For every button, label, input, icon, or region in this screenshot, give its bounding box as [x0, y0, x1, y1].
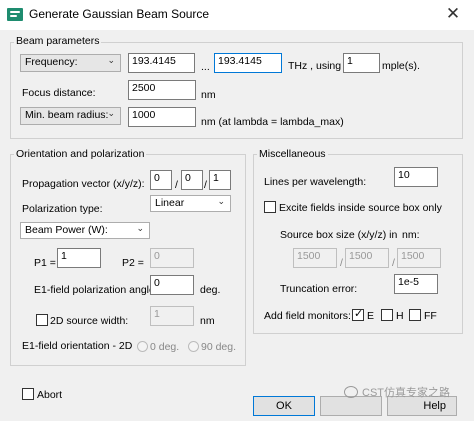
beam-power-dropdown-label: Beam Power (W):	[25, 224, 108, 236]
e1-angle-input[interactable]: 0	[150, 275, 194, 295]
abort-checkbox[interactable]	[22, 388, 34, 400]
window-title: Generate Gaussian Beam Source	[29, 7, 210, 21]
beam-radius-unit: nm (at lambda = lambda_max)	[201, 116, 344, 128]
truncation-error-input[interactable]: 1e-5	[394, 274, 438, 294]
ok-button-label: OK	[276, 400, 292, 412]
source-2d-label: 2D source width:	[50, 315, 129, 327]
p2-label: P2 =	[122, 257, 144, 269]
beam-radius-dropdown-label: Min. beam radius:	[25, 109, 109, 121]
excite-inside-box-checkbox[interactable]	[264, 201, 276, 213]
slash-separator: /	[392, 257, 395, 269]
p1-input[interactable]: 1	[57, 248, 101, 268]
chevron-down-icon: ⌄	[136, 223, 144, 233]
frequency-max-input[interactable]: 193.4145	[214, 53, 282, 73]
box-y-input: 1500	[345, 248, 389, 268]
beam-radius-dropdown[interactable]: Min. beam radius: ⌄	[20, 107, 121, 125]
samples-input[interactable]: 1	[343, 53, 380, 73]
box-z-input: 1500	[397, 248, 441, 268]
frequency-dropdown[interactable]: Frequency: ⌄	[20, 54, 121, 72]
e1-angle-unit: deg.	[200, 284, 221, 296]
monitor-ff-checkbox[interactable]	[409, 309, 421, 321]
focus-distance-input[interactable]: 2500	[128, 80, 196, 100]
range-ellipsis: ...	[201, 61, 210, 73]
orientation-group-title: Orientation and polarization	[14, 148, 147, 160]
source-2d-unit: nm	[200, 315, 215, 327]
propagation-z-input[interactable]: 1	[209, 170, 231, 190]
monitor-h-label: H	[396, 310, 404, 322]
lines-per-wavelength-label: Lines per wavelength:	[264, 176, 367, 188]
help-button-label: Help	[423, 400, 446, 412]
propagation-vector-label: Propagation vector (x/y/z):	[22, 178, 145, 190]
abort-label: Abort	[37, 389, 63, 401]
source-2d-input: 1	[150, 306, 194, 326]
orientation-0-label: 0 deg.	[150, 341, 180, 353]
polarization-type-label: Polarization type:	[22, 203, 103, 215]
frequency-min-input[interactable]: 193.4145	[128, 53, 195, 73]
propagation-x-input[interactable]: 0	[150, 170, 172, 190]
watermark: CST仿真专家之路	[344, 384, 450, 400]
focus-distance-label: Focus distance:	[22, 87, 96, 99]
slash-separator: /	[175, 179, 178, 191]
monitor-h-checkbox[interactable]	[381, 309, 393, 321]
box-x-input: 1500	[293, 248, 337, 268]
frequency-unit-label: THz , using	[288, 60, 342, 72]
p1-label: P1 =	[34, 257, 56, 269]
watermark-text: CST仿真专家之路	[362, 387, 450, 399]
focus-distance-unit: nm	[201, 89, 216, 101]
slash-separator: /	[204, 179, 207, 191]
monitor-e-checkbox[interactable]	[352, 307, 364, 321]
e1-angle-label: E1-field polarization angle:	[34, 284, 158, 296]
polarization-type-select[interactable]: Linear ⌄	[150, 195, 231, 212]
slash-separator: /	[340, 257, 343, 269]
p2-input: 0	[150, 248, 194, 268]
frequency-dropdown-label: Frequency:	[25, 56, 78, 68]
samples-suffix-label: mple(s).	[382, 60, 420, 72]
orientation-90-label: 90 deg.	[201, 341, 237, 353]
source-2d-checkbox[interactable]	[36, 314, 48, 326]
propagation-y-input[interactable]: 0	[181, 170, 203, 190]
lines-per-wavelength-input[interactable]: 10	[394, 167, 438, 187]
chevron-down-icon: ⌄	[107, 108, 115, 118]
source-box-size-unit: nm:	[402, 229, 420, 241]
excite-inside-box-label: Excite fields inside source box only	[279, 202, 442, 214]
close-icon[interactable]: ✕	[436, 2, 470, 26]
wechat-icon	[344, 386, 358, 398]
truncation-error-label: Truncation error:	[280, 283, 358, 295]
miscellaneous-group-title: Miscellaneous	[257, 148, 328, 160]
monitor-ff-label: FF	[424, 310, 437, 322]
orientation-0-radio	[137, 341, 148, 352]
orientation-90-radio	[188, 341, 199, 352]
field-monitors-label: Add field monitors:	[264, 310, 351, 322]
beam-power-dropdown[interactable]: Beam Power (W): ⌄	[20, 222, 150, 239]
title-bar: Generate Gaussian Beam Source ✕	[0, 0, 474, 30]
source-box-size-label: Source box size (x/y/z) in	[280, 229, 398, 241]
chevron-down-icon: ⌄	[217, 196, 225, 206]
polarization-type-value: Linear	[155, 197, 185, 209]
beam-parameters-title: Beam parameters	[14, 35, 102, 47]
monitor-e-label: E	[367, 310, 375, 322]
beam-radius-input[interactable]: 1000	[128, 107, 196, 127]
ok-button[interactable]: OK	[253, 396, 315, 416]
e1-orientation-label: E1-field orientation - 2D	[22, 340, 133, 352]
chevron-down-icon: ⌄	[107, 55, 115, 65]
app-icon	[7, 8, 23, 21]
